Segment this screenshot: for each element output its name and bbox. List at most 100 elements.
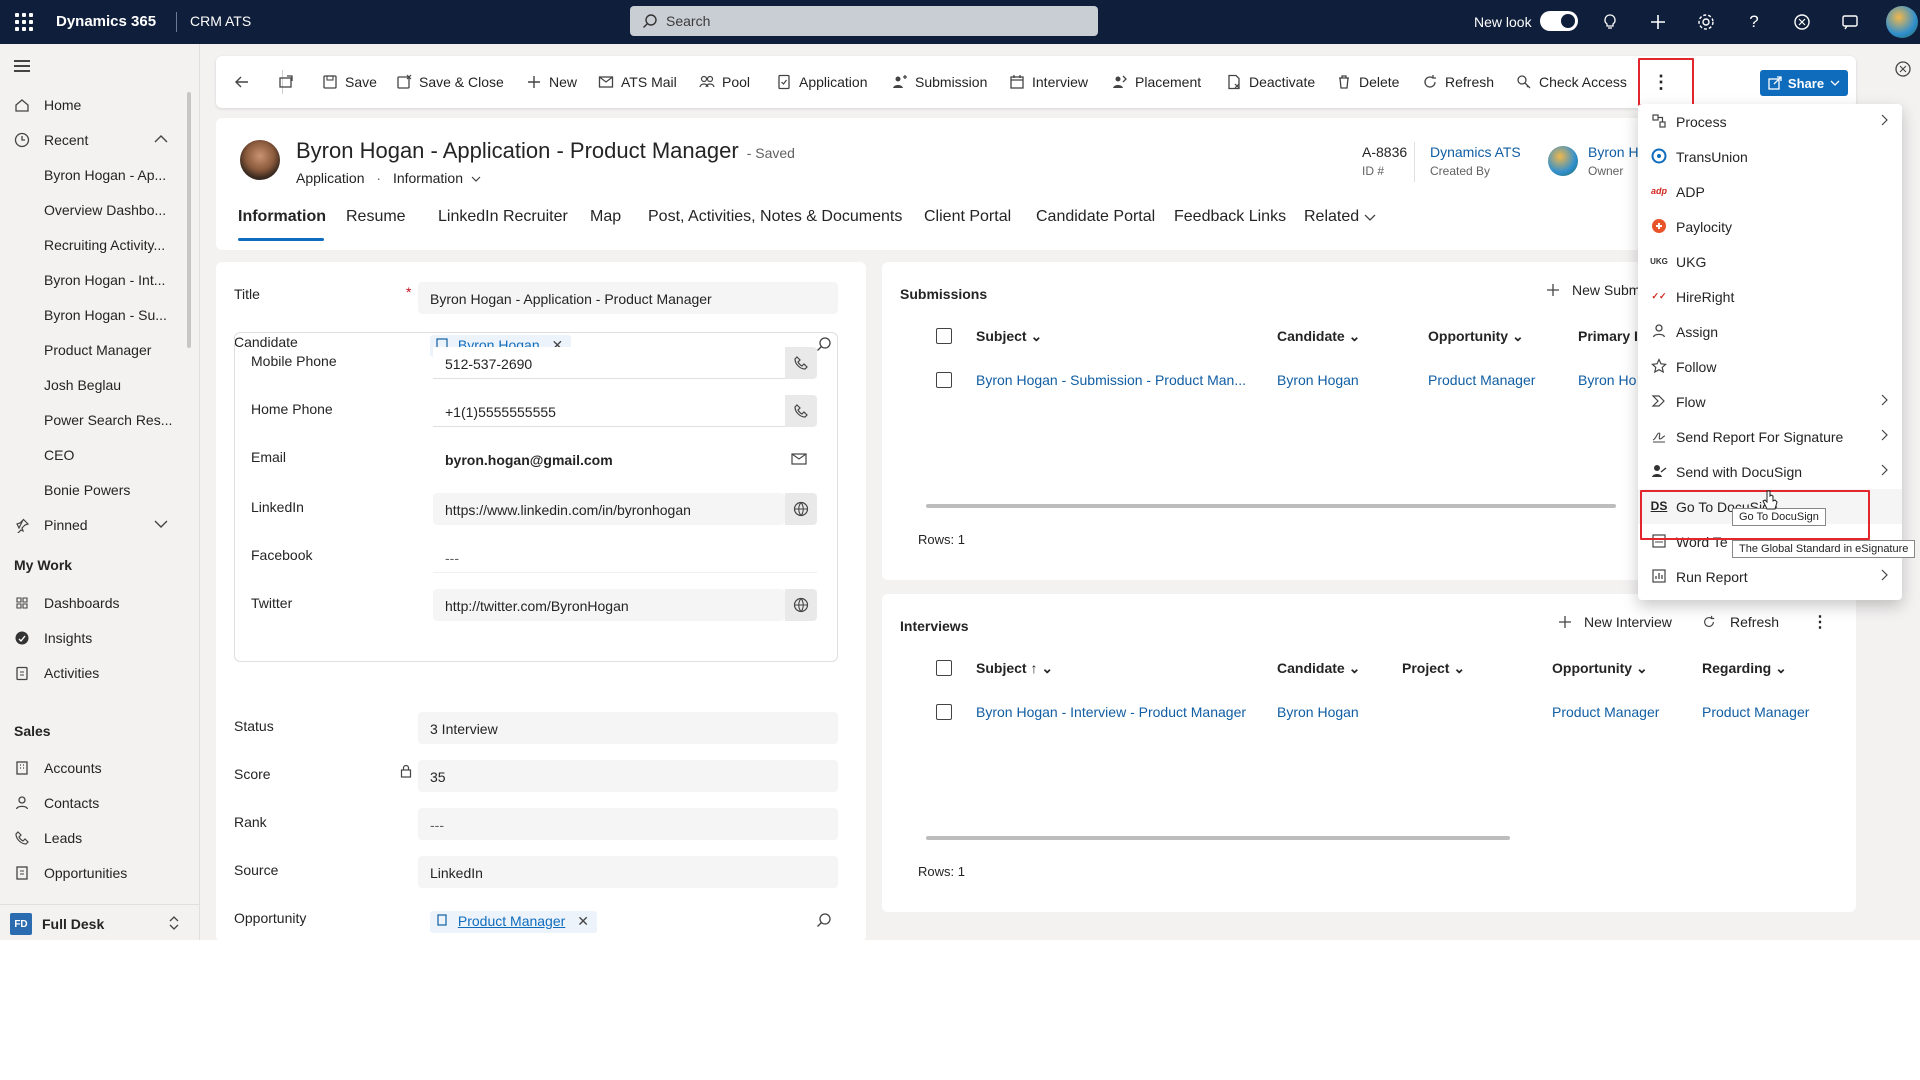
rank-field[interactable]: --- xyxy=(418,808,838,840)
open-twitter-button[interactable] xyxy=(785,589,817,621)
menu-item-run-report[interactable]: Run Report xyxy=(1638,559,1902,594)
check-access-button[interactable]: Check Access xyxy=(1516,56,1627,108)
open-linkedin-button[interactable] xyxy=(785,493,817,525)
column-candidate[interactable]: Candidate ⌄ xyxy=(1277,660,1360,677)
opportunity-lookup[interactable]: Product Manager ✕ xyxy=(418,904,838,936)
tab-feedback-links[interactable]: Feedback Links xyxy=(1174,208,1286,226)
row-checkbox[interactable] xyxy=(936,372,952,388)
global-search-input[interactable]: Search xyxy=(630,6,1098,36)
menu-item-transunion[interactable]: TransUnion xyxy=(1638,139,1902,174)
save-close-button[interactable]: Save & Close xyxy=(396,56,504,108)
send-email-icon[interactable] xyxy=(791,451,809,472)
menu-item-paylocity[interactable]: Paylocity xyxy=(1638,209,1902,244)
submission-primary-link[interactable]: Byron Ho xyxy=(1578,372,1636,388)
tab-resume[interactable]: Resume xyxy=(346,208,406,226)
sidebar-item-home[interactable]: Home xyxy=(0,90,190,120)
back-button[interactable] xyxy=(234,56,257,108)
home-phone-field[interactable]: +1(1)5555555555 xyxy=(433,395,785,427)
column-candidate[interactable]: Candidate ⌄ xyxy=(1277,328,1360,345)
sidebar-item-insights[interactable]: Insights xyxy=(0,623,190,653)
app-name[interactable]: CRM ATS xyxy=(190,13,251,29)
delete-button[interactable]: Delete xyxy=(1336,56,1399,108)
sidebar-item-contacts[interactable]: Contacts xyxy=(0,788,190,818)
mobile-phone-field[interactable]: 512-537-2690 xyxy=(433,347,785,379)
status-field[interactable]: 3 Interview xyxy=(418,712,838,744)
new-look-toggle[interactable] xyxy=(1540,11,1578,31)
lightbulb-icon[interactable] xyxy=(1598,10,1622,34)
interview-candidate-link[interactable]: Byron Hogan xyxy=(1277,704,1359,720)
deactivate-button[interactable]: Deactivate xyxy=(1226,56,1315,108)
submission-opportunity-link[interactable]: Product Manager xyxy=(1428,372,1535,388)
new-button[interactable]: New xyxy=(526,56,577,108)
sidebar-item-pinned[interactable]: Pinned xyxy=(0,510,190,540)
brand-title[interactable]: Dynamics 365 xyxy=(56,13,156,30)
owner-value[interactable]: Byron H xyxy=(1588,144,1639,160)
sidebar-item-activities[interactable]: Activities xyxy=(0,658,190,688)
sidebar-item-recent[interactable]: Recent xyxy=(0,125,190,155)
column-opportunity[interactable]: Opportunity ⌄ xyxy=(1428,328,1524,345)
placement-button[interactable]: Placement xyxy=(1112,56,1201,108)
column-project[interactable]: Project ⌄ xyxy=(1402,660,1465,677)
twitter-field[interactable]: http://twitter.com/ByronHogan xyxy=(433,589,785,621)
facebook-field[interactable]: --- xyxy=(433,541,817,573)
recent-item[interactable]: CEO xyxy=(0,440,190,470)
column-opportunity[interactable]: Opportunity ⌄ xyxy=(1552,660,1648,677)
sidebar-item-opportunities[interactable]: Opportunities xyxy=(0,858,190,888)
app-launcher-icon[interactable] xyxy=(12,10,36,34)
tab-related[interactable]: Related xyxy=(1304,208,1376,226)
area-switcher[interactable]: FD Full Desk xyxy=(0,904,200,940)
menu-item-assign[interactable]: Assign xyxy=(1638,314,1902,349)
more-vertical-icon[interactable]: ⋮ xyxy=(1812,612,1828,632)
source-field[interactable]: LinkedIn xyxy=(418,856,838,888)
horizontal-scrollbar[interactable] xyxy=(926,836,1510,840)
user-avatar[interactable] xyxy=(1886,6,1918,38)
refresh-interviews-button[interactable]: Refresh xyxy=(1702,614,1779,630)
menu-item-hireright[interactable]: ✓✓ HireRight xyxy=(1638,279,1902,314)
menu-item-ukg[interactable]: UKG UKG xyxy=(1638,244,1902,279)
interview-subject-link[interactable]: Byron Hogan - Interview - Product Manage… xyxy=(976,704,1246,720)
call-mobile-button[interactable] xyxy=(785,347,817,379)
submission-button[interactable]: Submission xyxy=(892,56,987,108)
call-home-button[interactable] xyxy=(785,395,817,427)
select-all-checkbox[interactable] xyxy=(936,660,952,676)
search-icon[interactable] xyxy=(816,912,832,928)
menu-item-process[interactable]: Process xyxy=(1638,104,1902,139)
chevron-up-icon[interactable] xyxy=(154,134,168,144)
tab-information[interactable]: Information xyxy=(238,208,326,226)
plus-icon[interactable] xyxy=(1646,10,1670,34)
tab-client-portal[interactable]: Client Portal xyxy=(924,208,1011,226)
email-field[interactable]: byron.hogan@gmail.com xyxy=(433,443,785,475)
new-submission-button[interactable]: New Subm xyxy=(1546,282,1640,298)
recent-item[interactable]: Bonie Powers xyxy=(0,475,190,505)
tab-linkedin-recruiter[interactable]: LinkedIn Recruiter xyxy=(438,208,568,226)
menu-item-follow[interactable]: Follow xyxy=(1638,349,1902,384)
submission-subject-link[interactable]: Byron Hogan - Submission - Product Man..… xyxy=(976,372,1246,388)
recent-item[interactable]: Overview Dashbo... xyxy=(0,195,190,225)
recent-item[interactable]: Recruiting Activity... xyxy=(0,230,190,260)
column-regarding[interactable]: Regarding ⌄ xyxy=(1702,660,1787,677)
menu-item-adp[interactable]: adp ADP xyxy=(1638,174,1902,209)
menu-item-flow[interactable]: Flow xyxy=(1638,384,1902,419)
recent-item[interactable]: Byron Hogan - Int... xyxy=(0,265,190,295)
select-all-checkbox[interactable] xyxy=(936,328,952,344)
open-new-window-button[interactable] xyxy=(278,56,301,108)
recent-item[interactable]: Product Manager xyxy=(0,335,190,365)
recent-item[interactable]: Power Search Res... xyxy=(0,405,190,435)
remove-opportunity-icon[interactable]: ✕ xyxy=(577,913,589,929)
assist-icon[interactable] xyxy=(1790,10,1814,34)
recent-item[interactable]: Byron Hogan - Ap... xyxy=(0,160,190,190)
menu-item-send-docusign[interactable]: Send with DocuSign xyxy=(1638,454,1902,489)
chat-icon[interactable] xyxy=(1838,10,1862,34)
chevron-down-icon[interactable] xyxy=(471,175,481,183)
application-button[interactable]: Application xyxy=(776,56,868,108)
interview-button[interactable]: Interview xyxy=(1009,56,1088,108)
save-button[interactable]: Save xyxy=(322,56,377,108)
sidebar-item-leads[interactable]: Leads xyxy=(0,823,190,853)
refresh-button[interactable]: Refresh xyxy=(1422,56,1494,108)
horizontal-scrollbar[interactable] xyxy=(926,504,1616,508)
sidebar-item-accounts[interactable]: Accounts xyxy=(0,753,190,783)
recent-item[interactable]: Josh Beglau xyxy=(0,370,190,400)
title-field[interactable]: Byron Hogan - Application - Product Mana… xyxy=(418,282,838,314)
created-by-value[interactable]: Dynamics ATS xyxy=(1430,144,1521,160)
column-subject[interactable]: Subject ↑ ⌄ xyxy=(976,660,1053,677)
